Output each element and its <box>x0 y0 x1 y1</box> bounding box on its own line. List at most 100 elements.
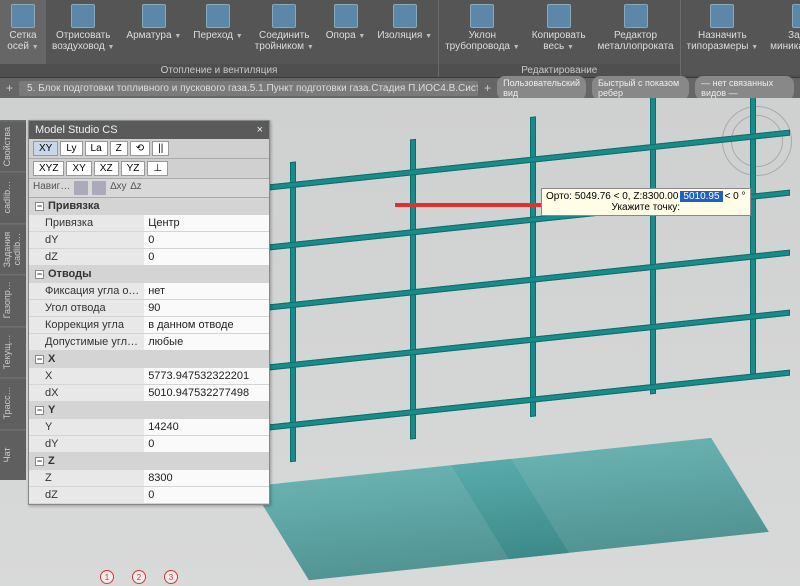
property-row[interactable]: dY0 <box>29 436 269 453</box>
side-tab[interactable]: Задания cadlib… <box>0 223 26 274</box>
ribbon-button[interactable]: Редактор металлопроката <box>592 0 680 64</box>
panel-tab[interactable]: ⟲ <box>130 141 150 156</box>
property-label: dZ <box>29 249 144 265</box>
ribbon-button[interactable]: Арматура ▼ <box>120 0 187 64</box>
ribbon-button[interactable]: Задать миникаталог ▼ <box>764 0 800 75</box>
ribbon-icon <box>710 4 734 28</box>
property-value <box>144 351 269 367</box>
panel-header[interactable]: Model Studio CS × <box>29 121 269 139</box>
ribbon-button-label: Редактор металлопроката <box>598 30 674 52</box>
toolbar-item[interactable]: Навиг… <box>33 181 70 195</box>
ribbon-button[interactable]: Соединить тройником ▼ <box>249 0 320 64</box>
property-row[interactable]: Z8300 <box>29 470 269 487</box>
panel-tab[interactable]: Z <box>110 141 128 156</box>
panel-tab[interactable]: || <box>152 141 169 156</box>
property-row[interactable]: Угол отвода90 <box>29 300 269 317</box>
panel-tab[interactable]: Ly <box>60 141 82 156</box>
ribbon-button[interactable]: Отрисовать воздуховод ▼ <box>46 0 120 64</box>
property-group-header[interactable]: −Привязка <box>29 198 269 215</box>
toolbar-item[interactable] <box>92 181 106 195</box>
property-row[interactable]: Допустимые углы при тра…любые <box>29 334 269 351</box>
property-group-header[interactable]: −X <box>29 351 269 368</box>
property-value[interactable]: Центр <box>144 215 269 231</box>
toolbar-item[interactable]: ∆z <box>130 181 141 195</box>
panel-tab[interactable]: ⊥ <box>147 161 168 176</box>
panel-tab[interactable]: XY <box>66 161 91 176</box>
add-tab-button[interactable]: + <box>6 81 13 95</box>
collapse-icon[interactable]: − <box>35 270 44 279</box>
property-row[interactable]: ПривязкаЦентр <box>29 215 269 232</box>
property-group-header[interactable]: −Отводы <box>29 266 269 283</box>
panel-tab[interactable]: YZ <box>121 161 146 176</box>
property-value[interactable]: 0 <box>144 232 269 248</box>
property-value[interactable]: 5773.947532322201 <box>144 368 269 384</box>
toolbar-item[interactable]: ∆xy <box>110 181 126 195</box>
side-tab[interactable]: Свойства <box>0 120 26 171</box>
ribbon-button[interactable]: Копировать весь ▼ <box>526 0 592 64</box>
ribbon-button[interactable]: Сетка осей ▼ <box>0 0 46 64</box>
property-group-header[interactable]: −Z <box>29 453 269 470</box>
collapse-icon[interactable]: − <box>35 457 44 466</box>
panel-tab[interactable]: XZ <box>94 161 119 176</box>
view-tag[interactable]: Пользовательский вид <box>497 76 586 100</box>
ribbon-icon <box>142 4 166 28</box>
property-row[interactable]: dZ0 <box>29 487 269 504</box>
ribbon-button[interactable]: Изоляция ▼ <box>371 0 438 64</box>
property-value[interactable]: нет <box>144 283 269 299</box>
axis-markers: 1 2 3 <box>100 570 178 584</box>
panel-tab[interactable]: XYZ <box>33 161 64 176</box>
property-grid[interactable]: −ПривязкаПривязкаЦентрdY0dZ0−ОтводыФикса… <box>29 198 269 504</box>
ribbon-button[interactable]: Переход ▼ <box>187 0 248 64</box>
property-value[interactable]: 0 <box>144 436 269 452</box>
add-tab-button[interactable]: + <box>484 81 491 95</box>
tooltip-angle-text: < 0 ° <box>725 191 746 202</box>
property-row[interactable]: dX5010.947532277498 <box>29 385 269 402</box>
property-value[interactable]: любые <box>144 334 269 350</box>
axis-marker: 2 <box>132 570 146 584</box>
panel-tab[interactable]: XY <box>33 141 58 156</box>
collapse-icon[interactable]: − <box>35 355 44 364</box>
ribbon-icon <box>334 4 358 28</box>
axis-marker: 1 <box>100 570 114 584</box>
ribbon-button[interactable]: Назначить типоразмеры ▼ <box>681 0 765 75</box>
beam <box>250 130 790 193</box>
property-value[interactable]: 14240 <box>144 419 269 435</box>
tooltip-input-value[interactable]: 5010.95 <box>680 191 722 202</box>
view-tag[interactable]: — нет связанных видов — <box>695 76 794 100</box>
ribbon-button[interactable]: Уклон трубопровода ▼ <box>439 0 526 64</box>
property-row[interactable]: Фиксация угла отводанет <box>29 283 269 300</box>
view-tag[interactable]: Быстрый с показом ребер <box>592 76 689 100</box>
property-row[interactable]: dZ0 <box>29 249 269 266</box>
side-tab[interactable]: Газопр… <box>0 274 26 325</box>
chevron-down-icon: ▼ <box>425 33 432 40</box>
property-row[interactable]: Коррекция углав данном отводе <box>29 317 269 334</box>
collapse-icon[interactable]: − <box>35 202 44 211</box>
property-value[interactable]: 0 <box>144 487 269 503</box>
property-row[interactable]: X5773.947532322201 <box>29 368 269 385</box>
property-row[interactable]: dY0 <box>29 232 269 249</box>
property-label: Привязка <box>29 215 144 231</box>
property-value[interactable]: в данном отводе <box>144 317 269 333</box>
collapse-icon[interactable]: − <box>35 406 44 415</box>
property-value[interactable]: 0 <box>144 249 269 265</box>
property-value[interactable]: 8300 <box>144 470 269 486</box>
ribbon-button[interactable]: Опора ▼ <box>320 0 372 64</box>
side-tab[interactable]: cadlib… <box>0 171 26 222</box>
property-group-header[interactable]: −Y <box>29 402 269 419</box>
ribbon-icon <box>792 4 800 28</box>
property-value[interactable]: 5010.947532277498 <box>144 385 269 401</box>
document-tab[interactable]: 5. Блок подготовки топливного и пусковог… <box>19 81 478 96</box>
toolbar-item[interactable] <box>74 181 88 195</box>
property-row[interactable]: Y14240 <box>29 419 269 436</box>
building-model <box>250 98 790 586</box>
property-label: −X <box>29 351 144 367</box>
side-tab[interactable]: Текущ… <box>0 326 26 377</box>
close-icon[interactable]: × <box>257 124 263 136</box>
property-label: dY <box>29 232 144 248</box>
property-label: Допустимые углы при тра… <box>29 334 144 350</box>
property-value[interactable]: 90 <box>144 300 269 316</box>
panel-tab[interactable]: La <box>85 141 108 156</box>
side-tab[interactable]: Чат <box>0 429 26 480</box>
ribbon-group-catalog: Назначить типоразмеры ▼Задать миникатало… <box>681 0 800 77</box>
side-tab[interactable]: Трасс… <box>0 377 26 428</box>
